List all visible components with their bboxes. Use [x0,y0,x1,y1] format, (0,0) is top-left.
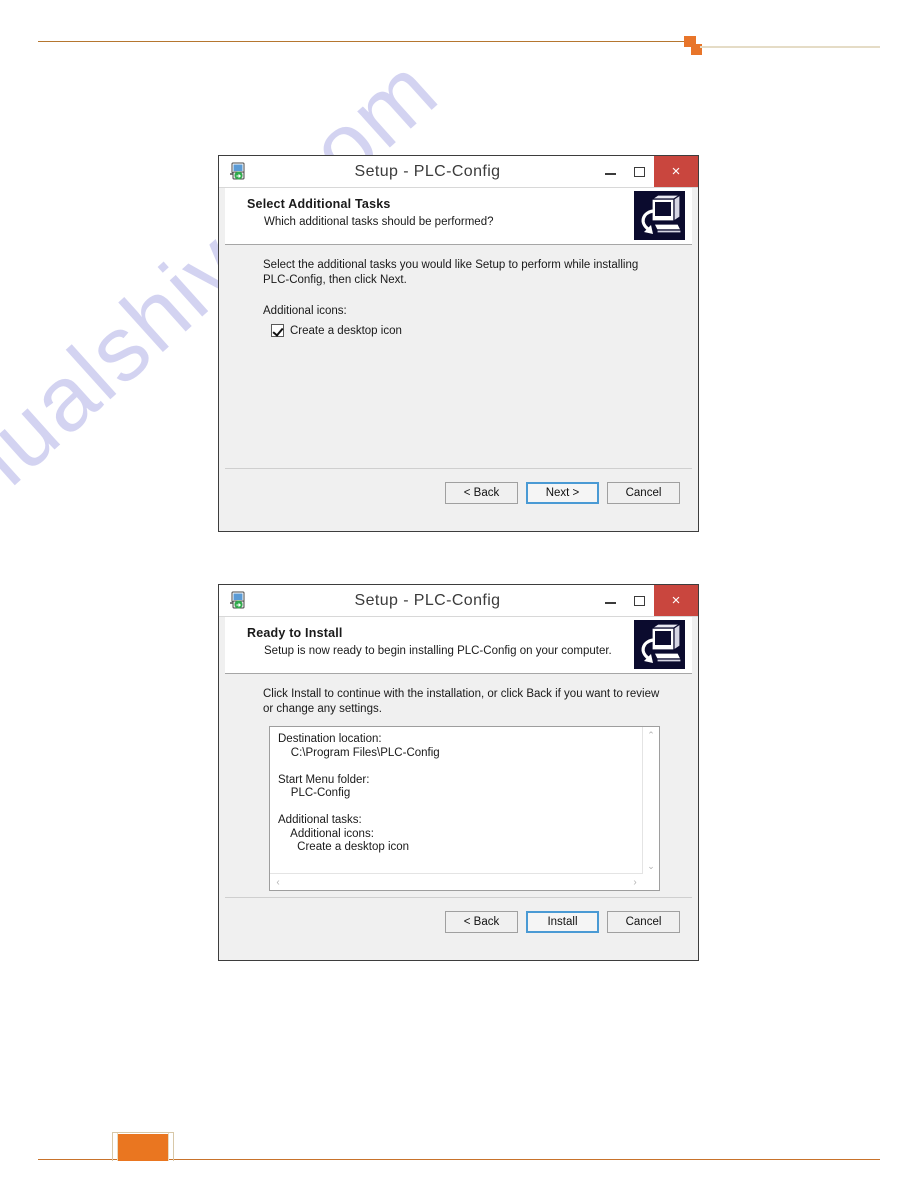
scroll-down-icon[interactable]: ⌄ [643,858,659,874]
page-header-decoration [0,0,918,60]
footer-accent-block [118,1133,168,1161]
back-button[interactable]: < Back [445,482,518,504]
dialog-header-title: Ready to Install [247,626,343,640]
create-desktop-icon-label: Create a desktop icon [290,324,402,337]
install-summary-text: Destination location: C:\Program Files\P… [278,733,440,853]
install-summary-listbox[interactable]: Destination location: C:\Program Files\P… [269,726,660,891]
close-button[interactable]: × [654,585,698,616]
computer-install-icon [634,191,685,240]
next-button[interactable]: Next > [526,482,599,504]
horizontal-scrollbar[interactable]: ‹ › [270,873,643,890]
title-bar[interactable]: Setup - PLC-Config × [219,156,698,188]
body-instructions: Click Install to continue with the insta… [263,688,660,715]
scroll-up-icon[interactable]: ⌃ [643,727,659,743]
checkbox-icon[interactable] [271,324,284,337]
setup-dialog-select-additional-tasks: Setup - PLC-Config × Select Additional T… [218,155,699,532]
dialog-footer: < Back Next > Cancel [225,469,692,525]
header-rule-right [700,46,880,48]
vertical-scrollbar[interactable]: ⌃ ⌄ [642,727,659,874]
dialog-footer: < Back Install Cancel [225,898,692,954]
dialog-body: Click Install to continue with the insta… [225,674,692,898]
cancel-button[interactable]: Cancel [607,911,680,933]
maximize-icon [634,595,645,606]
scroll-left-icon[interactable]: ‹ [270,874,286,890]
create-desktop-icon-checkbox-row[interactable]: Create a desktop icon [271,324,402,337]
dialog-bottom-padding [219,954,698,960]
scroll-right-icon[interactable]: › [627,874,643,890]
body-instructions: Select the additional tasks you would li… [263,259,639,286]
minimize-button[interactable] [596,156,625,187]
maximize-icon [634,166,645,177]
install-button[interactable]: Install [526,911,599,933]
computer-install-icon [634,620,685,669]
window-controls: × [596,585,698,616]
footer-button-row: < Back Next > Cancel [445,482,680,504]
minimize-button[interactable] [596,585,625,616]
dialog-header: Select Additional Tasks Which additional… [225,188,692,245]
additional-icons-label: Additional icons: [263,305,347,317]
close-button[interactable]: × [654,156,698,187]
footer-button-row: < Back Install Cancel [445,911,680,933]
installer-icon [228,590,248,610]
minimize-icon [605,173,616,175]
cancel-button[interactable]: Cancel [607,482,680,504]
maximize-button[interactable] [625,156,654,187]
title-bar[interactable]: Setup - PLC-Config × [219,585,698,617]
maximize-button[interactable] [625,585,654,616]
header-rule-left [38,41,688,42]
dialog-bottom-padding [219,525,698,531]
scrollbar-corner [643,874,659,890]
dialog-header-title: Select Additional Tasks [247,197,391,211]
installer-icon [228,161,248,181]
setup-dialog-ready-to-install: Setup - PLC-Config × Ready to Install Se… [218,584,699,961]
dialog-header-subtitle: Setup is now ready to begin installing P… [264,645,612,657]
page-footer-decoration [0,1108,918,1188]
minimize-icon [605,602,616,604]
back-button[interactable]: < Back [445,911,518,933]
dialog-header: Ready to Install Setup is now ready to b… [225,617,692,674]
window-controls: × [596,156,698,187]
dialog-header-subtitle: Which additional tasks should be perform… [264,216,494,228]
dialog-body: Select the additional tasks you would li… [225,245,692,469]
